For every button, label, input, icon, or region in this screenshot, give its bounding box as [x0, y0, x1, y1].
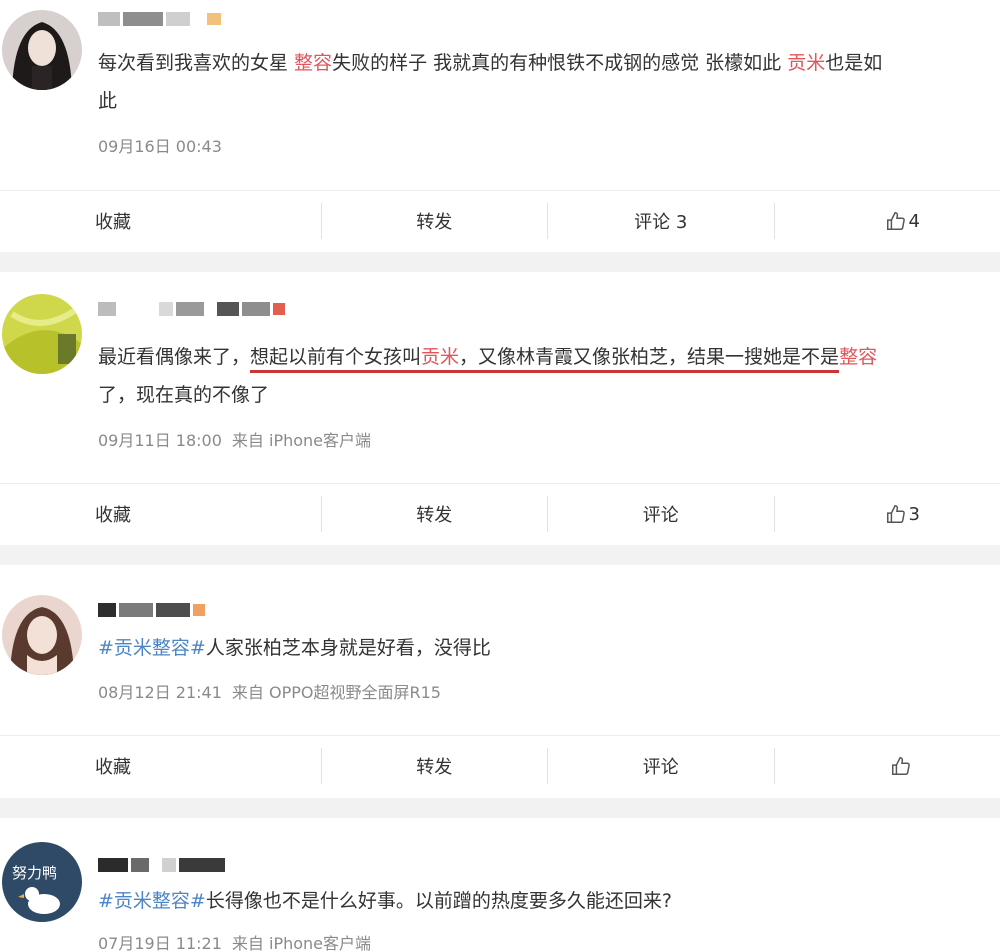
avatar[interactable] [2, 294, 82, 374]
post-meta: 07月19日 11:21 来自 iPhone客户端 [98, 930, 371, 952]
forward-button[interactable]: 转发 [320, 203, 548, 239]
post-date: 09月11日 18:00 [98, 431, 222, 450]
post-3: #贡米整容#人家张柏芝本身就是好看，没得比 08月12日 21:41 来自 OPP… [0, 565, 1000, 798]
hashtag[interactable]: #贡米整容# [98, 890, 206, 912]
post-meta: 09月11日 18:00 来自 iPhone客户端 [98, 427, 371, 451]
comment-button[interactable]: 评论 [547, 496, 774, 532]
underlined-text: 想起以前有个女孩叫贡米，又像林青霞又像张柏芝，结果一搜她是不是 [250, 346, 840, 373]
like-button[interactable] [773, 748, 1000, 784]
thumbs-up-icon [885, 503, 907, 525]
post-body: #贡米整容#人家张柏芝本身就是好看，没得比 [98, 637, 491, 659]
collect-button[interactable]: 收藏 [0, 496, 321, 532]
username-blurred[interactable] [98, 854, 225, 876]
collect-button[interactable]: 收藏 [0, 203, 321, 239]
post-body: 每次看到我喜欢的女星 整容失败的样子 我就真的有种恨铁不成钢的感觉 张檬如此 贡… [98, 52, 883, 112]
like-button[interactable]: 4 [773, 203, 1000, 239]
post-date: 09月16日 00:43 [98, 137, 222, 156]
thumbs-up-icon [885, 210, 907, 232]
keyword-highlight[interactable]: 贡米 [787, 52, 825, 74]
post-source[interactable]: 来自 OPPO超视野全面屏R15 [232, 683, 441, 702]
post-1: 每次看到我喜欢的女星 整容失败的样子 我就真的有种恨铁不成钢的感觉 张檬如此 贡… [0, 0, 1000, 252]
post-date: 08月12日 21:41 [98, 683, 222, 702]
post-source[interactable]: 来自 iPhone客户端 [232, 431, 371, 450]
avatar-caption: 努力鸭 [12, 864, 58, 882]
like-button[interactable]: 3 [773, 496, 1000, 532]
action-bar: 收藏 转发 评论 3 4 [0, 190, 1000, 251]
post-source[interactable]: 来自 iPhone客户端 [232, 934, 371, 952]
action-bar: 收藏 转发 评论 [0, 735, 1000, 796]
username-blurred[interactable] [98, 8, 221, 30]
like-count: 3 [908, 503, 920, 525]
keyword-highlight[interactable]: 整容 [294, 52, 332, 74]
keyword-highlight[interactable]: 贡米 [421, 346, 459, 368]
avatar[interactable] [2, 10, 82, 90]
post-4: 努力鸭 #贡米整容#长得像也不是什么好事。以前蹭的热度要多久能还回来? 07月1… [0, 818, 1000, 952]
post-body: 最近看偶像来了，想起以前有个女孩叫贡米，又像林青霞又像张柏芝，结果一搜她是不是整… [98, 346, 878, 406]
comment-button[interactable]: 评论 3 [547, 203, 774, 239]
post-date: 07月19日 11:21 [98, 934, 222, 952]
avatar[interactable]: 努力鸭 [2, 842, 82, 922]
keyword-highlight[interactable]: 整容 [839, 346, 877, 368]
post-2: 最近看偶像来了，想起以前有个女孩叫贡米，又像林青霞又像张柏芝，结果一搜她是不是整… [0, 272, 1000, 545]
post-meta: 08月12日 21:41 来自 OPPO超视野全面屏R15 [98, 679, 441, 703]
like-count: 4 [908, 210, 920, 232]
comment-button[interactable]: 评论 [547, 748, 774, 784]
post-body: #贡米整容#长得像也不是什么好事。以前蹭的热度要多久能还回来? [98, 890, 672, 912]
username-blurred[interactable] [98, 599, 205, 621]
username-blurred[interactable] [98, 298, 285, 320]
action-bar: 收藏 转发 评论 3 [0, 483, 1000, 544]
forward-button[interactable]: 转发 [320, 748, 548, 784]
thumbs-up-icon [890, 755, 912, 777]
collect-button[interactable]: 收藏 [0, 748, 321, 784]
avatar[interactable] [2, 595, 82, 675]
forward-button[interactable]: 转发 [320, 496, 548, 532]
hashtag[interactable]: #贡米整容# [98, 637, 206, 659]
post-meta: 09月16日 00:43 [98, 133, 222, 157]
